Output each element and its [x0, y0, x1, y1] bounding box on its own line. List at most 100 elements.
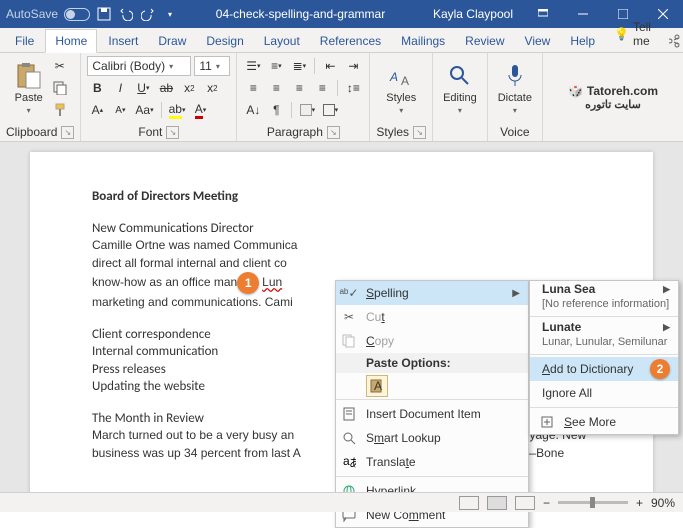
- font-color-button[interactable]: A▾: [190, 100, 210, 120]
- ribbon: Paste ▾ ✂ Clipboard↘ Calibri (Body)▾ 11▾…: [0, 52, 683, 142]
- cut-button[interactable]: ✂: [50, 56, 70, 76]
- tab-draw[interactable]: Draw: [149, 30, 195, 52]
- editing-button[interactable]: Editing▾: [439, 56, 481, 120]
- shrink-font-button[interactable]: A▾: [110, 100, 130, 120]
- dice-icon: 🎲: [568, 84, 583, 98]
- view-print-button[interactable]: [487, 496, 507, 510]
- add-to-dictionary[interactable]: Add to Dictionary2: [530, 357, 678, 381]
- autosave-toggle[interactable]: [64, 8, 90, 21]
- minimize-button[interactable]: [563, 0, 603, 28]
- share-button[interactable]: [663, 30, 683, 52]
- ribbon-options-icon[interactable]: [523, 0, 563, 28]
- tab-mailings[interactable]: Mailings: [392, 30, 454, 52]
- decrease-indent-button[interactable]: ⇤: [320, 56, 340, 76]
- group-voice: Dictate▾ Voice: [488, 53, 543, 141]
- tab-help[interactable]: Help: [561, 30, 604, 52]
- shading-button[interactable]: ▾: [297, 100, 317, 120]
- format-painter-button[interactable]: [50, 100, 70, 120]
- copy-button[interactable]: [50, 78, 70, 98]
- group-font: Calibri (Body)▾ 11▾ B I U▾ ab x2 x2 A▴ A…: [81, 53, 237, 141]
- styles-dialog-launcher[interactable]: ↘: [413, 126, 426, 139]
- spelling-error[interactable]: Lun: [262, 275, 282, 289]
- italic-button[interactable]: I: [110, 78, 130, 98]
- cm-copy: Copy: [336, 329, 528, 353]
- styles-icon: AA: [387, 62, 415, 90]
- subscript-button[interactable]: x2: [179, 78, 199, 98]
- cm-smart-lookup[interactable]: Smart Lookup: [336, 426, 528, 450]
- view-read-button[interactable]: [459, 496, 479, 510]
- redo-icon[interactable]: [140, 6, 156, 22]
- tab-design[interactable]: Design: [197, 30, 252, 52]
- align-center-button[interactable]: ≡: [266, 78, 286, 98]
- grow-font-button[interactable]: A▴: [87, 100, 107, 120]
- see-more[interactable]: See More: [530, 410, 678, 434]
- zoom-in-button[interactable]: +: [636, 496, 643, 510]
- tab-file[interactable]: File: [6, 30, 43, 52]
- heading: Board of Directors Meeting: [92, 188, 591, 206]
- zoom-slider[interactable]: [558, 501, 628, 504]
- tab-layout[interactable]: Layout: [255, 30, 309, 52]
- tab-insert[interactable]: Insert: [99, 30, 147, 52]
- lightbulb-icon: 💡: [614, 27, 629, 41]
- styles-button[interactable]: AA Styles▾: [382, 56, 420, 120]
- font-name-combo[interactable]: Calibri (Body)▾: [87, 56, 191, 76]
- tell-me[interactable]: 💡Tell me: [606, 16, 659, 52]
- multilevel-button[interactable]: ≣▾: [289, 56, 309, 76]
- superscript-button[interactable]: x2: [202, 78, 222, 98]
- underline-button[interactable]: U▾: [133, 78, 153, 98]
- group-editing: Editing▾: [433, 53, 488, 141]
- group-styles: AA Styles▾ Styles↘: [370, 53, 433, 141]
- insert-doc-icon: [340, 405, 358, 423]
- sort-button[interactable]: A↓: [243, 100, 263, 120]
- spellcheck-icon: ᵃᵇ✓: [340, 284, 358, 302]
- numbering-button[interactable]: ≡▾: [266, 56, 286, 76]
- borders-button[interactable]: ▾: [320, 100, 340, 120]
- find-icon: [446, 62, 474, 90]
- highlight-button[interactable]: ab▾: [167, 100, 188, 120]
- zoom-level[interactable]: 90%: [651, 496, 675, 510]
- qat-more-icon[interactable]: ▾: [162, 6, 178, 22]
- tab-review[interactable]: Review: [456, 30, 513, 52]
- svg-text:A: A: [401, 74, 409, 88]
- tab-home[interactable]: Home: [45, 29, 97, 53]
- bold-button[interactable]: B: [87, 78, 107, 98]
- zoom-out-button[interactable]: −: [543, 496, 550, 510]
- change-case-button[interactable]: Aa▾: [133, 100, 155, 120]
- line-spacing-button[interactable]: ↕≡: [343, 78, 363, 98]
- paragraph-dialog-launcher[interactable]: ↘: [327, 126, 340, 139]
- clipboard-dialog-launcher[interactable]: ↘: [61, 126, 74, 139]
- cm-cut: ✂Cut: [336, 305, 528, 329]
- cm-spelling[interactable]: ᵃᵇ✓SSpellingpelling▶: [336, 281, 528, 305]
- font-size-combo[interactable]: 11▾: [194, 56, 230, 76]
- bullets-button[interactable]: ☰▾: [243, 56, 263, 76]
- paste-option-keep-text[interactable]: A: [366, 375, 388, 397]
- cm-translate[interactable]: aあTranslate: [336, 450, 528, 474]
- align-right-button[interactable]: ≡: [289, 78, 309, 98]
- save-icon[interactable]: [96, 6, 112, 22]
- callout-1: 1: [237, 272, 259, 294]
- cm-insert-document-item[interactable]: Insert Document Item: [336, 402, 528, 426]
- paste-button[interactable]: Paste ▾: [11, 56, 47, 120]
- strike-button[interactable]: ab: [156, 78, 176, 98]
- justify-button[interactable]: ≡: [312, 78, 332, 98]
- svg-text:A: A: [389, 70, 398, 84]
- copy-icon: [340, 332, 358, 350]
- user-name[interactable]: Kayla Claypool: [423, 7, 523, 21]
- tab-references[interactable]: References: [311, 30, 390, 52]
- increase-indent-button[interactable]: ⇥: [343, 56, 363, 76]
- undo-icon[interactable]: [118, 6, 134, 22]
- callout-2: 2: [650, 359, 670, 379]
- group-clipboard: Paste ▾ ✂ Clipboard↘: [0, 53, 81, 141]
- align-left-button[interactable]: ≡: [243, 78, 263, 98]
- ignore-all[interactable]: Ignore All: [530, 381, 678, 405]
- suggestion-luna-sea[interactable]: Luna Sea▶: [530, 281, 678, 297]
- scissors-icon: ✂: [55, 59, 65, 73]
- show-marks-button[interactable]: ¶: [266, 100, 286, 120]
- tab-view[interactable]: View: [516, 30, 560, 52]
- titlebar: AutoSave ▾ 04-check-spelling-and-grammar…: [0, 0, 683, 28]
- logo-area: 🎲Tatoreh.com سایت تاتوره: [543, 53, 683, 141]
- view-web-button[interactable]: [515, 496, 535, 510]
- font-dialog-launcher[interactable]: ↘: [166, 126, 179, 139]
- suggestion-lunate[interactable]: Lunate▶: [530, 319, 678, 335]
- dictate-button[interactable]: Dictate▾: [494, 56, 536, 120]
